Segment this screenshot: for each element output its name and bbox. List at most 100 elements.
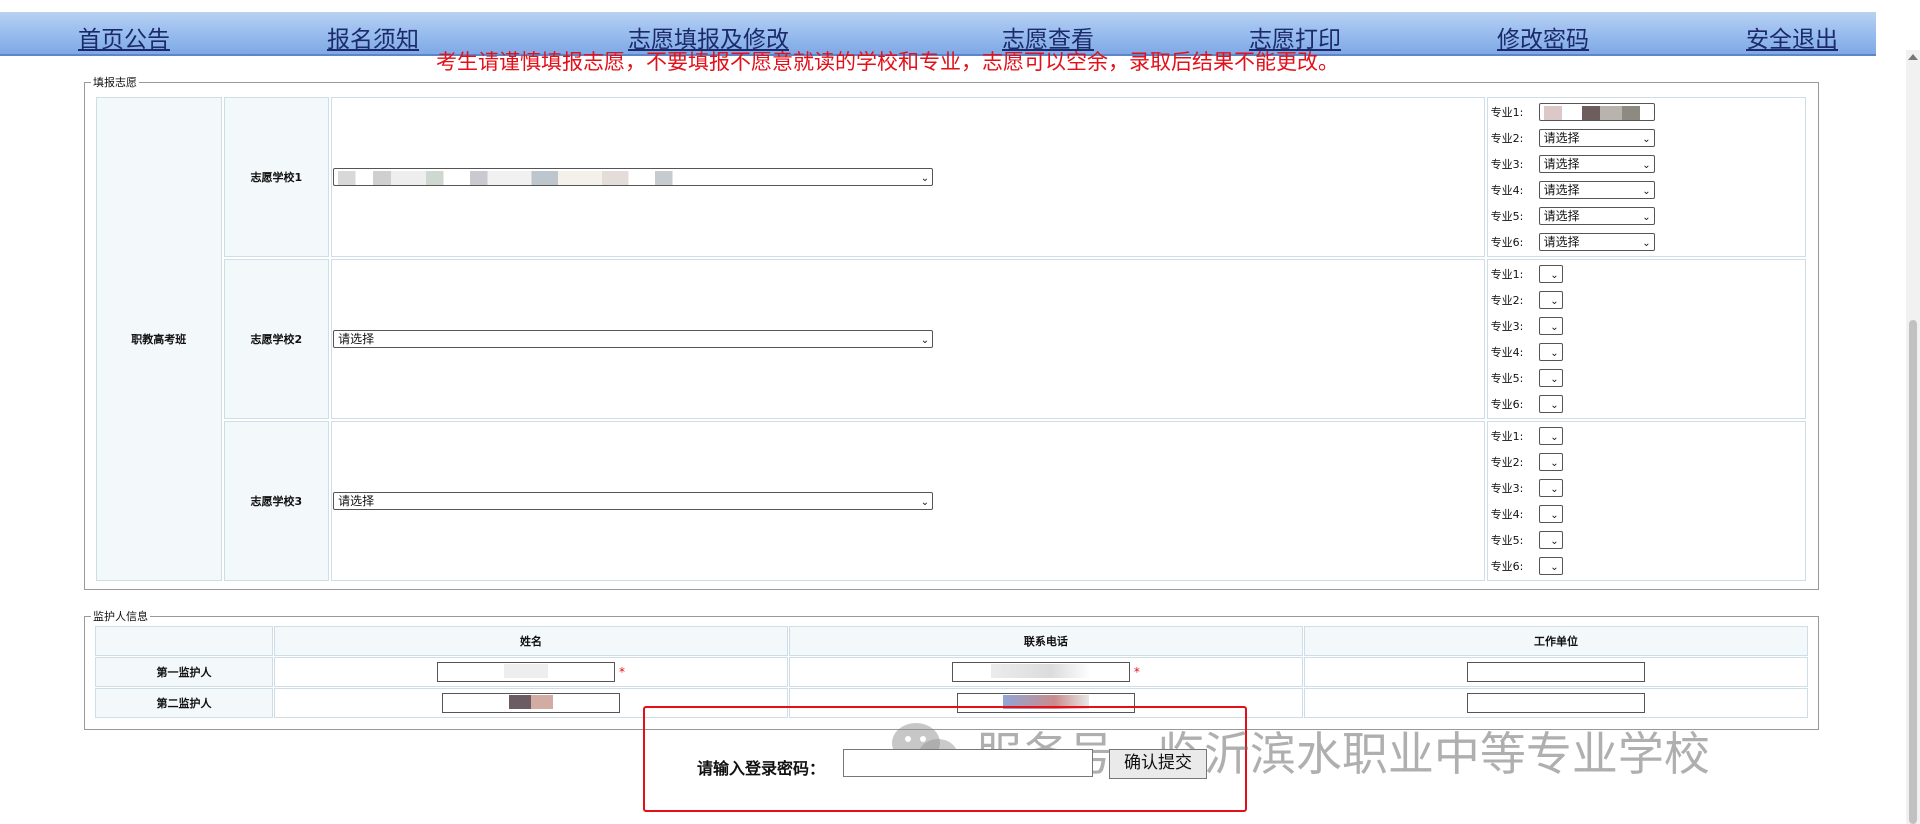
school3-major-row: 专业4: ⌄: [1491, 501, 1804, 527]
chevron-down-icon: ⌄: [1550, 400, 1559, 411]
chevron-down-icon: ⌄: [1550, 562, 1559, 573]
redacted-school-name: [338, 170, 779, 185]
school1-major6-select[interactable]: 请选择 ⌄: [1538, 233, 1655, 251]
school2-major-row: 专业2: ⌄: [1491, 287, 1804, 313]
school3-major-row: 专业3: ⌄: [1491, 475, 1804, 501]
school3-select[interactable]: 请选择 ⌄: [333, 492, 934, 510]
school2-major5-select[interactable]: ⌄: [1538, 369, 1563, 387]
school2-label: 志愿学校2: [250, 333, 303, 346]
category-cell: 职教高考班: [96, 97, 222, 581]
school2-select[interactable]: 请选择 ⌄: [333, 330, 934, 348]
school3-majors-cell: 专业1: ⌄ 专业2: ⌄ 专业3: ⌄ 专业4: ⌄ 专业5: ⌄ 专业6: ⌄: [1486, 421, 1806, 581]
school1-major-row: 专业2: 请选择 ⌄: [1491, 125, 1804, 151]
scroll-up-icon[interactable]: [1908, 54, 1918, 60]
school2-major-row: 专业6: ⌄: [1491, 391, 1804, 417]
school2-major-row: 专业3: ⌄: [1491, 313, 1804, 339]
guardian1-name-cell: *: [274, 657, 788, 687]
nav-registration-info[interactable]: 报名须知: [327, 20, 419, 54]
school3-select-cell: 请选择 ⌄: [331, 421, 1485, 581]
school2-major-row: 专业4: ⌄: [1491, 339, 1804, 365]
guardian1-workplace-input[interactable]: [1466, 662, 1645, 682]
school2-major1-select[interactable]: ⌄: [1538, 265, 1563, 283]
redacted-name: [508, 695, 553, 709]
guardian1-phone-input[interactable]: [951, 662, 1130, 682]
chevron-down-icon: ⌄: [920, 497, 930, 508]
school2-major-row: 专业5: ⌄: [1491, 365, 1804, 391]
chevron-down-icon: ⌄: [1642, 238, 1651, 249]
school3-major2-select[interactable]: ⌄: [1538, 453, 1563, 471]
guardian2-workplace-input[interactable]: [1466, 693, 1645, 713]
warning-notice: 考生请谨慎填报志愿，不要填报不愿意就读的学校和专业，志愿可以空余，录取后结果不能…: [436, 50, 1339, 74]
school1-major-row: 专业1:: [1491, 99, 1804, 125]
school3-major6-select[interactable]: ⌄: [1538, 557, 1563, 575]
password-label: 请输入登录密码：: [697, 759, 826, 778]
redacted-phone: [990, 664, 1091, 678]
school1-label-cell: 志愿学校1: [223, 97, 330, 257]
school1-select[interactable]: ⌄: [333, 168, 934, 186]
guardian-info-legend: 监护人信息: [93, 610, 148, 623]
chevron-down-icon: ⌄: [1550, 432, 1559, 443]
redacted-name: [503, 664, 548, 678]
chevron-down-icon: ⌄: [1642, 134, 1651, 145]
guardian-table: 姓名 联系电话 工作单位 第一监护人 * * 第二监护人: [94, 625, 1809, 719]
submit-button[interactable]: 确认提交: [1109, 749, 1207, 779]
school2-label-cell: 志愿学校2: [223, 259, 330, 419]
nav-change-password[interactable]: 修改密码: [1497, 20, 1589, 54]
volunteer-table: 职教高考班 志愿学校1 ⌄ 专业1: 专业2: 请选择 ⌄ 专业3: 请选择 ⌄ 专业4…: [94, 95, 1808, 583]
page-scrollbar[interactable]: [1906, 50, 1920, 824]
school2-major3-select[interactable]: ⌄: [1538, 317, 1563, 335]
chevron-down-icon: ⌄: [1642, 160, 1651, 171]
chevron-down-icon: ⌄: [1550, 348, 1559, 359]
fill-volunteer-legend: 填报志愿: [93, 76, 137, 89]
school1-major-row: 专业6: 请选择 ⌄: [1491, 229, 1804, 255]
required-marker: *: [1133, 665, 1140, 679]
school3-major-row: 专业2: ⌄: [1491, 449, 1804, 475]
school3-major1-select[interactable]: ⌄: [1538, 427, 1563, 445]
nav-home-notice[interactable]: 首页公告: [78, 20, 170, 54]
chevron-down-icon: ⌄: [920, 335, 930, 346]
school2-major4-select[interactable]: ⌄: [1538, 343, 1563, 361]
header-phone: 联系电话: [788, 626, 1303, 656]
header-workplace: 工作单位: [1303, 626, 1808, 656]
guardian-header-empty: [95, 626, 273, 656]
school1-major4-select[interactable]: 请选择 ⌄: [1538, 181, 1655, 199]
school1-major-row: 专业5: 请选择 ⌄: [1491, 203, 1804, 229]
password-input[interactable]: [843, 749, 1093, 777]
school2-major6-select[interactable]: ⌄: [1538, 395, 1563, 413]
guardian2-workplace-cell: [1303, 688, 1808, 718]
school1-major2-select[interactable]: 请选择 ⌄: [1538, 129, 1655, 147]
guardian2-name-input[interactable]: [441, 693, 620, 713]
school1-major1-select[interactable]: [1538, 103, 1655, 121]
required-marker: *: [618, 665, 625, 679]
chevron-down-icon: ⌄: [1550, 510, 1559, 521]
guardian1-name-input[interactable]: [436, 662, 615, 682]
chevron-down-icon: ⌄: [1550, 536, 1559, 547]
chevron-down-icon: ⌄: [1642, 212, 1651, 223]
school2-major2-select[interactable]: ⌄: [1538, 291, 1563, 309]
school3-major-row: 专业5: ⌄: [1491, 527, 1804, 553]
header-name: 姓名: [274, 626, 788, 656]
guardian2-label: 第二监护人: [95, 688, 273, 718]
school1-major-row: 专业3: 请选择 ⌄: [1491, 151, 1804, 177]
chevron-down-icon: ⌄: [1550, 270, 1559, 281]
school1-major5-select[interactable]: 请选择 ⌄: [1538, 207, 1655, 225]
school3-major5-select[interactable]: ⌄: [1538, 531, 1563, 549]
school3-label-cell: 志愿学校3: [223, 421, 330, 581]
school1-select-cell: ⌄: [331, 97, 1485, 257]
guardian1-label: 第一监护人: [95, 657, 273, 687]
chevron-down-icon: ⌄: [1642, 186, 1651, 197]
chevron-down-icon: ⌄: [1550, 322, 1559, 333]
chevron-down-icon: ⌄: [1550, 296, 1559, 307]
guardian1-phone-cell: *: [788, 657, 1303, 687]
chevron-down-icon: ⌄: [1550, 484, 1559, 495]
school2-majors-cell: 专业1: ⌄ 专业2: ⌄ 专业3: ⌄ 专业4: ⌄ 专业5: ⌄ 专业6: ⌄: [1486, 259, 1806, 419]
scroll-thumb[interactable]: [1909, 320, 1917, 824]
category-label: 职教高考班: [131, 333, 187, 346]
chevron-down-icon: ⌄: [1550, 458, 1559, 469]
school2-select-cell: 请选择 ⌄: [331, 259, 1485, 419]
school3-major-row: 专业6: ⌄: [1491, 553, 1804, 579]
nav-logout[interactable]: 安全退出: [1746, 20, 1838, 54]
school1-major3-select[interactable]: 请选择 ⌄: [1538, 155, 1655, 173]
school3-major4-select[interactable]: ⌄: [1538, 505, 1563, 523]
school3-major3-select[interactable]: ⌄: [1538, 479, 1563, 497]
